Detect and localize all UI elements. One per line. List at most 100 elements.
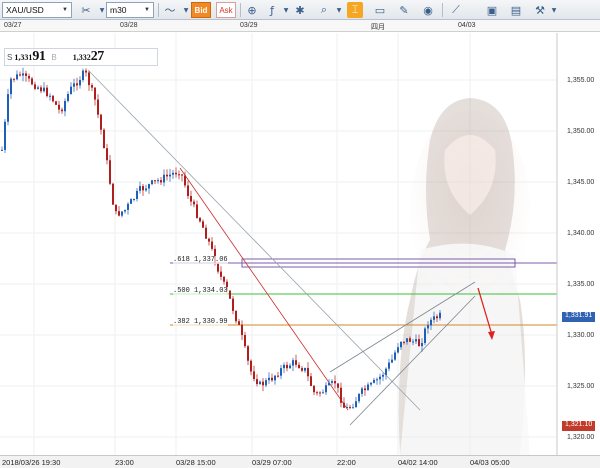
template-icon[interactable]: ▤ <box>508 2 524 18</box>
candle-body <box>145 188 147 191</box>
window-icon[interactable]: ▭ <box>372 2 388 18</box>
candle-body <box>361 388 363 394</box>
ruler-icon[interactable]: ⟋ <box>448 2 464 18</box>
candle-body <box>280 368 282 376</box>
price-axis-background <box>557 33 600 455</box>
candle-body <box>421 342 423 347</box>
search-icon[interactable]: ⌕ <box>316 2 332 18</box>
candle-body <box>409 338 411 342</box>
candle-body <box>148 184 150 189</box>
candle-body <box>88 72 90 86</box>
candle-body <box>292 360 294 366</box>
candle-body <box>238 321 240 325</box>
candle-body <box>412 341 414 343</box>
candle-body <box>193 201 195 205</box>
drawing-tools-icon[interactable]: ✱ <box>292 2 308 18</box>
bottom-axis-label: 03/29 07:00 <box>252 458 292 467</box>
bottom-axis-label: 03/28 15:00 <box>176 458 216 467</box>
candle-body <box>202 221 204 228</box>
candle-body <box>82 70 84 80</box>
toolbar-divider <box>158 3 159 17</box>
image-icon[interactable]: ▣ <box>484 2 500 18</box>
candle-body <box>274 375 276 381</box>
symbol-select[interactable]: XAU/USD ▼ <box>2 2 72 18</box>
candle-body <box>217 263 219 272</box>
candle-body <box>109 160 111 184</box>
timeframe-select[interactable]: m30 ▼ <box>106 2 154 18</box>
bottom-time-axis: 2018/03/26 19:30 23:00 03/28 15:00 03/29… <box>0 455 600 468</box>
candle-body <box>40 87 42 92</box>
candle-body <box>46 87 48 97</box>
candle-body <box>400 341 402 348</box>
candle-body <box>208 238 210 242</box>
ask-price-prefix: 1,332 <box>72 53 91 62</box>
candle-body <box>91 85 93 88</box>
candle-body <box>184 175 186 186</box>
candle-body <box>187 185 189 197</box>
current-price-tag: 1,331.91 <box>562 312 596 322</box>
woman-watermark-image <box>398 98 530 455</box>
candle-body <box>16 74 18 80</box>
candle-body <box>190 196 192 202</box>
candle-body <box>349 407 351 409</box>
candle-body <box>373 379 375 383</box>
bid-price-prefix: 1,331 <box>14 53 33 62</box>
candle-body <box>247 346 249 361</box>
chevron-down-icon[interactable]: ▼ <box>546 2 562 18</box>
candle-body <box>175 172 177 175</box>
candle-body <box>115 204 117 212</box>
candle-body <box>13 78 15 80</box>
bid-ask-price-box[interactable]: S 1,331 91 B 1,332 27 <box>4 48 158 66</box>
line-chart-icon[interactable]: 〜 <box>162 2 178 18</box>
candle-body <box>337 383 339 388</box>
candle-body <box>304 367 306 371</box>
candle-body <box>283 364 285 369</box>
candle-body <box>28 75 30 79</box>
candle-body <box>352 407 354 409</box>
candle-body <box>130 199 132 204</box>
candle-body <box>121 211 123 216</box>
candle-body <box>406 338 408 343</box>
candle-body <box>286 364 288 369</box>
chevron-down-icon[interactable]: ▼ <box>331 2 347 18</box>
candle-body <box>265 380 267 386</box>
candle-body <box>394 352 396 360</box>
bid-button[interactable]: Bid <box>191 2 211 18</box>
ask-button[interactable]: Ask <box>216 2 236 18</box>
candle-body <box>256 379 258 385</box>
candle-body <box>181 174 183 176</box>
candle-body <box>382 374 384 377</box>
candle-body <box>262 381 264 386</box>
candle-body <box>313 385 315 393</box>
candle-body <box>436 316 438 319</box>
price-chart[interactable] <box>0 33 600 455</box>
candle-body <box>343 402 345 408</box>
candle-body <box>19 74 21 76</box>
crosshair-icon[interactable]: ⌶ <box>347 2 363 18</box>
chart-type-icon[interactable]: ✂ <box>78 2 94 18</box>
candle-body <box>211 241 213 249</box>
candle-body <box>151 180 153 185</box>
candle-body <box>310 376 312 386</box>
pen-icon[interactable]: ✎ <box>396 2 412 18</box>
candle-body <box>34 84 36 89</box>
candle-body <box>346 407 348 409</box>
price-axis-label: 1,320.00 <box>567 434 595 441</box>
candlestick-series <box>1 67 441 410</box>
candle-body <box>10 78 12 95</box>
candle-body <box>319 392 321 394</box>
candle-body <box>43 87 45 92</box>
candle-body <box>112 183 114 205</box>
candle-body <box>235 310 237 322</box>
fib-382-label: .382 1,330.99 <box>173 318 228 326</box>
candle-body <box>430 319 432 326</box>
candle-body <box>415 339 417 342</box>
fib-500-label: .500 1,334.03 <box>173 287 228 295</box>
top-axis-label: 03/29 <box>240 22 258 29</box>
ask-price-main: 27 <box>90 49 105 64</box>
zoom-in-icon[interactable]: ⊕ <box>244 2 260 18</box>
chevron-down-icon: ▼ <box>62 7 68 13</box>
candle-body <box>433 316 435 320</box>
candle-body <box>301 368 303 371</box>
globe-icon[interactable]: ◉ <box>420 2 436 18</box>
